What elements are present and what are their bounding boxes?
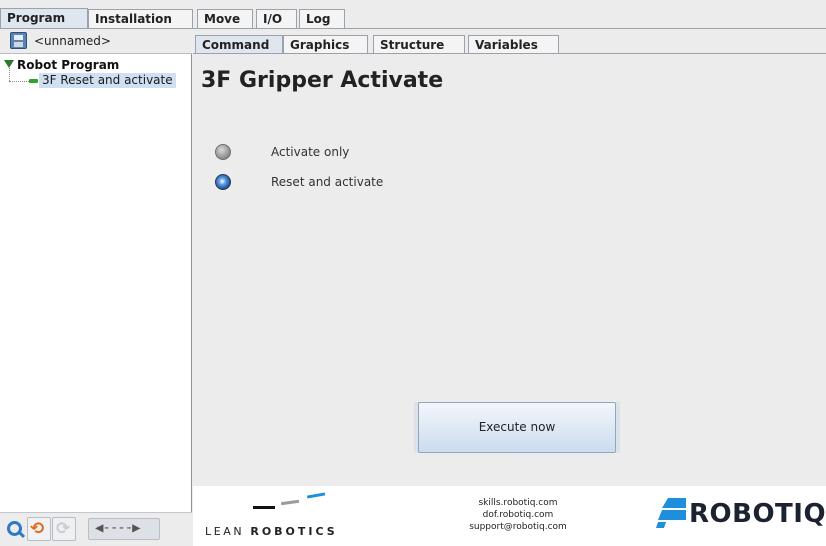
search-icon[interactable] bbox=[3, 517, 27, 541]
radio-activate-only[interactable] bbox=[215, 144, 231, 160]
lean-robotics-text: LEAN ROBOTICS bbox=[205, 525, 338, 538]
file-name: <unnamed> bbox=[34, 34, 111, 48]
tab-program[interactable]: Program bbox=[0, 8, 88, 29]
lean-robotics-logo bbox=[253, 492, 326, 509]
file-bar: <unnamed> bbox=[0, 29, 192, 54]
tab-io[interactable]: I/O bbox=[256, 9, 297, 28]
tab-graphics-label: Graphics bbox=[290, 38, 350, 52]
link-dof[interactable]: dof.robotiq.com bbox=[448, 509, 588, 521]
tab-structure[interactable]: Structure bbox=[373, 35, 465, 54]
tree-connector bbox=[9, 68, 11, 81]
radio-reset-and-activate[interactable] bbox=[215, 174, 231, 190]
tree-connector-h bbox=[9, 81, 29, 83]
tab-move-label: Move bbox=[204, 12, 241, 26]
tab-command[interactable]: Command bbox=[195, 35, 283, 54]
save-icon[interactable] bbox=[10, 32, 27, 49]
tab-installation[interactable]: Installation bbox=[88, 9, 193, 28]
tree-root-label: Robot Program bbox=[17, 58, 120, 72]
footer-links: skills.robotiq.com dof.robotiq.com suppo… bbox=[448, 497, 588, 533]
redo-icon[interactable]: ⟳ bbox=[52, 517, 76, 541]
lean-prefix: LEAN bbox=[205, 525, 245, 538]
tab-installation-label: Installation bbox=[95, 12, 172, 26]
tree-expand-icon[interactable] bbox=[4, 60, 14, 68]
tab-program-label: Program bbox=[7, 11, 66, 25]
execute-now-button[interactable]: Execute now bbox=[418, 402, 616, 453]
sub-tab-divider bbox=[193, 53, 826, 54]
nav-arrows-icon[interactable]: ◀----▶ bbox=[88, 518, 160, 540]
tab-move[interactable]: Move bbox=[197, 9, 253, 28]
tree-node-icon bbox=[29, 79, 38, 83]
footer: LEAN ROBOTICS skills.robotiq.com dof.rob… bbox=[193, 486, 826, 546]
radio-activate-only-label[interactable]: Activate only bbox=[271, 145, 349, 159]
top-tab-bar: Program Installation Move I/O Log bbox=[0, 0, 826, 29]
link-skills[interactable]: skills.robotiq.com bbox=[448, 497, 588, 509]
tab-log[interactable]: Log bbox=[299, 9, 345, 28]
tab-variables-label: Variables bbox=[475, 38, 538, 52]
tab-command-label: Command bbox=[202, 38, 270, 52]
tab-structure-label: Structure bbox=[380, 38, 445, 52]
radio-reset-and-activate-label[interactable]: Reset and activate bbox=[271, 175, 383, 189]
tab-io-label: I/O bbox=[263, 12, 283, 26]
page-title: 3F Gripper Activate bbox=[201, 68, 444, 93]
tree-toolbar: ⟲ ⟳ ◀----▶ bbox=[0, 512, 192, 546]
sub-tab-bar: Command Graphics Structure Variables bbox=[193, 29, 826, 54]
tree-node-reset-activate[interactable]: 3F Reset and activate bbox=[39, 73, 176, 88]
robotiq-brand: ROBOTIQ bbox=[689, 499, 826, 529]
program-tree-panel bbox=[0, 29, 192, 546]
tree-root-robot-program[interactable]: Robot Program bbox=[4, 58, 119, 72]
tab-variables[interactable]: Variables bbox=[468, 35, 559, 54]
robotiq-logo-icon bbox=[656, 498, 686, 528]
link-support[interactable]: support@robotiq.com bbox=[448, 521, 588, 533]
undo-icon[interactable]: ⟲ bbox=[27, 517, 51, 541]
lean-word: ROBOTICS bbox=[250, 525, 338, 538]
tab-log-label: Log bbox=[306, 12, 331, 26]
tab-graphics[interactable]: Graphics bbox=[283, 35, 368, 54]
